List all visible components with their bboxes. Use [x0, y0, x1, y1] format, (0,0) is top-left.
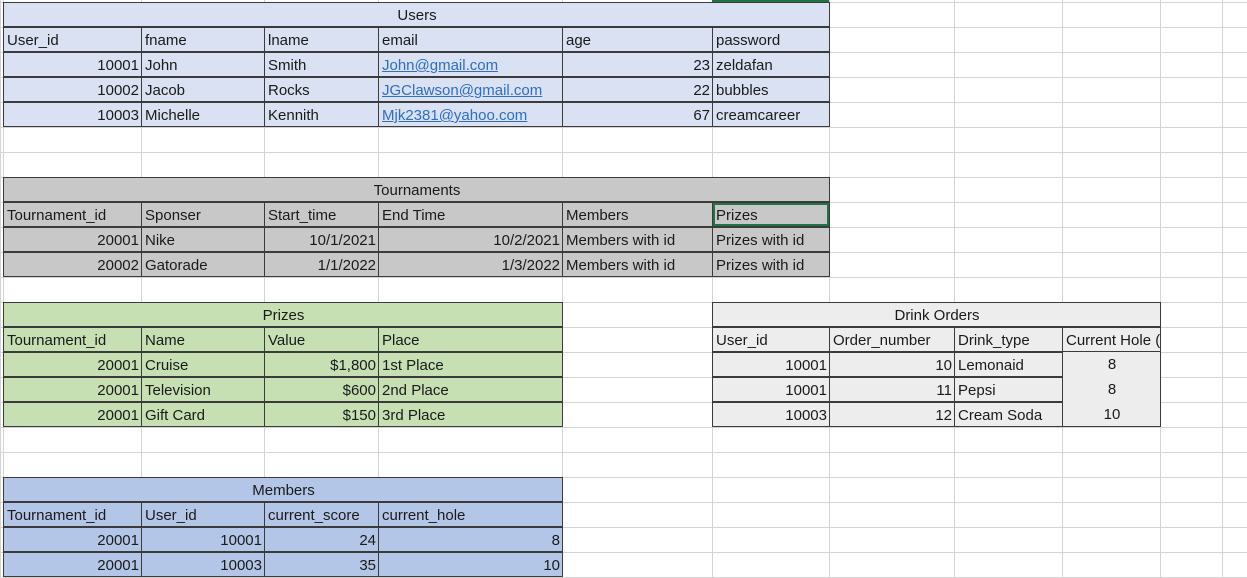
prizes-cell[interactable]: Gift Card — [141, 402, 265, 427]
members-header-2[interactable]: current_score — [264, 502, 379, 527]
tournaments-header-1[interactable]: Sponser — [141, 202, 265, 227]
tournaments-cell[interactable]: Members with id — [562, 227, 713, 252]
users-cell[interactable]: Kennith — [264, 102, 379, 127]
tournaments-cell[interactable]: Gatorade — [141, 252, 265, 277]
tournaments-cell[interactable]: Prizes with id — [712, 252, 830, 277]
users-header-3[interactable]: email — [378, 27, 563, 52]
tournaments-header-4[interactable]: Members — [562, 202, 713, 227]
tournaments-header-0[interactable]: Tournament_id — [3, 202, 142, 227]
tournaments-cell[interactable]: 10/2/2021 — [378, 227, 563, 252]
tournaments-cell[interactable]: Nike — [141, 227, 265, 252]
tournaments-cell[interactable]: 20002 — [3, 252, 142, 277]
members-cell[interactable]: 10001 — [141, 527, 265, 552]
prizes-header-2[interactable]: Value — [264, 327, 379, 352]
users-cell[interactable]: zeldafan — [712, 52, 830, 77]
prizes-cell[interactable]: 2nd Place — [378, 377, 563, 402]
drink_orders-header-0[interactable]: User_id — [712, 327, 830, 352]
users-cell[interactable]: Jacob — [141, 77, 265, 102]
tournaments-cell[interactable]: Prizes with id — [712, 227, 830, 252]
users-cell[interactable]: Michelle — [141, 102, 265, 127]
prizes-cell[interactable]: Television — [141, 377, 265, 402]
members-title[interactable]: Members — [3, 477, 563, 502]
tournaments-header-3[interactable]: End Time — [378, 202, 563, 227]
prizes-cell[interactable]: $600 — [264, 377, 379, 402]
drink_orders-cell[interactable]: Pepsi — [954, 377, 1063, 402]
tournaments-cell[interactable]: 10/1/2021 — [264, 227, 379, 252]
users-cell[interactable]: creamcareer — [712, 102, 830, 127]
prizes-cell[interactable]: 20001 — [3, 402, 142, 427]
members-cell[interactable]: 8 — [378, 527, 563, 552]
members-header-1[interactable]: User_id — [141, 502, 265, 527]
drink_orders-cell[interactable]: Lemonaid — [954, 352, 1063, 377]
members-cell[interactable]: 10 — [378, 552, 563, 577]
users-cell[interactable]: bubbles — [712, 77, 830, 102]
prizes-header-0[interactable]: Tournament_id — [3, 327, 142, 352]
tournaments-header-5[interactable]: Prizes — [712, 202, 830, 227]
prizes-header-3[interactable]: Place — [378, 327, 563, 352]
tournaments-cell[interactable]: 1/1/2022 — [264, 252, 379, 277]
users-header-0[interactable]: User_id — [3, 27, 142, 52]
members-cell[interactable]: 20001 — [3, 552, 142, 577]
drink_orders-cell[interactable]: 10 — [1062, 402, 1161, 427]
users-title[interactable]: Users — [3, 2, 830, 27]
email-link[interactable]: Mjk2381@yahoo.com — [378, 102, 563, 127]
drink_orders-header-3[interactable]: Current Hole (optional) — [1062, 327, 1161, 352]
tournaments-title[interactable]: Tournaments — [3, 177, 830, 202]
users-cell[interactable]: 23 — [562, 52, 713, 77]
members-header-3[interactable]: current_hole — [378, 502, 563, 527]
members-cell[interactable]: 20001 — [3, 527, 142, 552]
drink_orders-cell[interactable]: 10001 — [712, 352, 830, 377]
tournaments-header-2[interactable]: Start_time — [264, 202, 379, 227]
tournaments-cell[interactable]: 1/3/2022 — [378, 252, 563, 277]
drink_orders-cell[interactable]: 10001 — [712, 377, 830, 402]
drink_orders-cell[interactable]: 8 — [1062, 352, 1161, 377]
email-link[interactable]: JGClawson@gmail.com — [378, 77, 563, 102]
drink_orders-header-1[interactable]: Order_number — [829, 327, 955, 352]
members-cell[interactable]: 35 — [264, 552, 379, 577]
users-cell[interactable]: 10002 — [3, 77, 142, 102]
users-header-1[interactable]: fname — [141, 27, 265, 52]
users-header-4[interactable]: age — [562, 27, 713, 52]
prizes-cell[interactable]: $1,800 — [264, 352, 379, 377]
users-cell[interactable]: 22 — [562, 77, 713, 102]
drink_orders-cell[interactable]: Cream Soda — [954, 402, 1063, 427]
email-link[interactable]: John@gmail.com — [378, 52, 563, 77]
tournaments-cell[interactable]: Members with id — [562, 252, 713, 277]
prizes-header-1[interactable]: Name — [141, 327, 265, 352]
users-header-5[interactable]: password — [712, 27, 830, 52]
drink_orders-title[interactable]: Drink Orders — [712, 302, 1161, 327]
drink_orders-cell[interactable]: 8 — [1062, 377, 1161, 402]
tournaments-cell[interactable]: 20001 — [3, 227, 142, 252]
drink_orders-cell[interactable]: 10 — [829, 352, 955, 377]
users-cell[interactable]: John — [141, 52, 265, 77]
users-header-2[interactable]: lname — [264, 27, 379, 52]
prizes-cell[interactable]: $150 — [264, 402, 379, 427]
drink_orders-cell[interactable]: 12 — [829, 402, 955, 427]
prizes-cell[interactable]: 20001 — [3, 352, 142, 377]
members-header-0[interactable]: Tournament_id — [3, 502, 142, 527]
users-cell[interactable]: 67 — [562, 102, 713, 127]
prizes-title[interactable]: Prizes — [3, 302, 563, 327]
drink_orders-header-2[interactable]: Drink_type — [954, 327, 1063, 352]
prizes-cell[interactable]: 20001 — [3, 377, 142, 402]
users-cell[interactable]: Rocks — [264, 77, 379, 102]
users-cell[interactable]: 10003 — [3, 102, 142, 127]
prizes-cell[interactable]: 1st Place — [378, 352, 563, 377]
prizes-cell[interactable]: Cruise — [141, 352, 265, 377]
drink_orders-cell[interactable]: 10003 — [712, 402, 830, 427]
prizes-cell[interactable]: 3rd Place — [378, 402, 563, 427]
users-cell[interactable]: 10001 — [3, 52, 142, 77]
drink_orders-cell[interactable]: 11 — [829, 377, 955, 402]
members-cell[interactable]: 24 — [264, 527, 379, 552]
members-cell[interactable]: 10003 — [141, 552, 265, 577]
users-cell[interactable]: Smith — [264, 52, 379, 77]
